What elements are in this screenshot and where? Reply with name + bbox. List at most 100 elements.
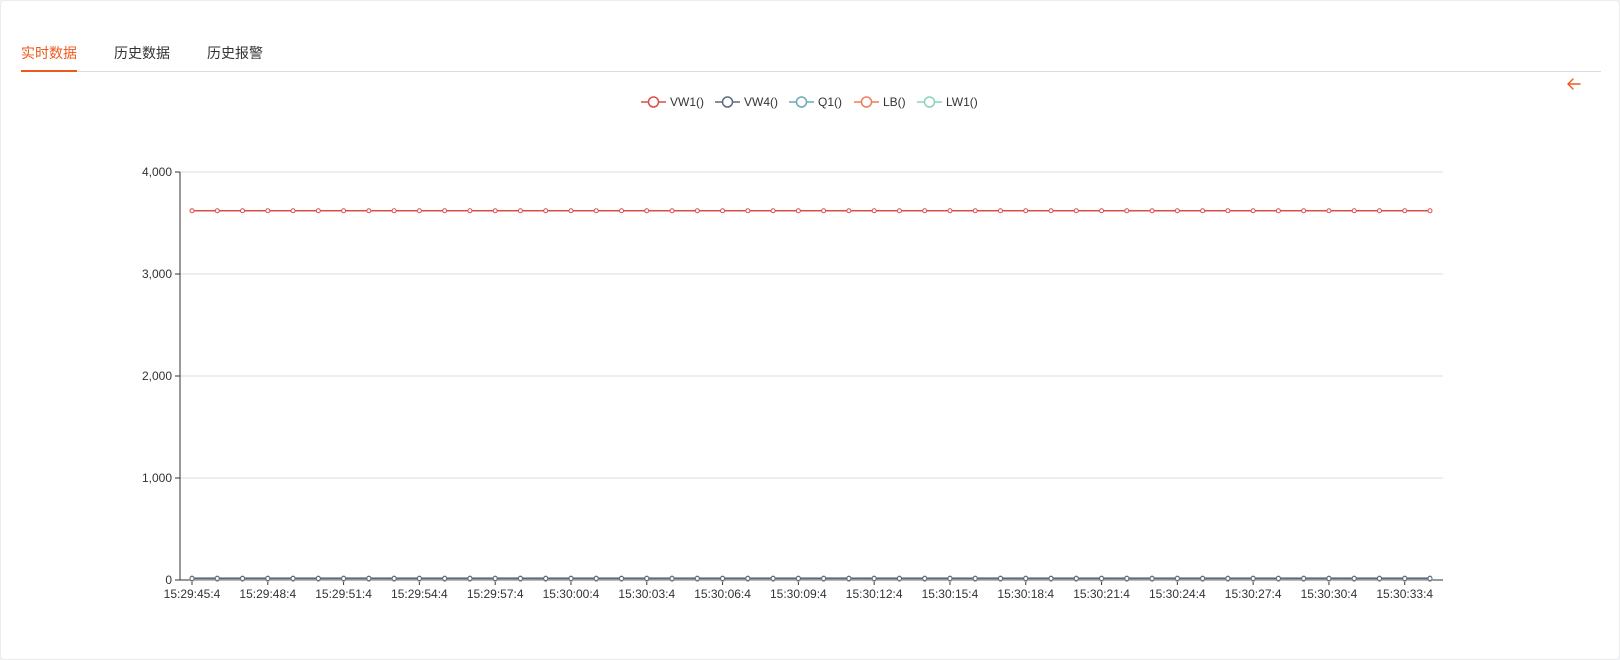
realtime-data-panel: 实时数据 历史数据 历史报警 VW1() VW4() Q1() LB() LW1… [0, 0, 1620, 660]
data-point-vw4 [265, 575, 271, 581]
data-point-vw1 [315, 208, 321, 214]
data-point-vw1 [997, 208, 1003, 214]
data-point-vw1 [1174, 208, 1180, 214]
data-point-vw4 [694, 575, 700, 581]
x-tick-label: 15:30:21:4 [1073, 587, 1130, 601]
data-point-vw4 [492, 575, 498, 581]
data-point-vw1 [467, 208, 473, 214]
x-tick-label: 15:30:00:4 [543, 587, 600, 601]
data-point-vw1 [871, 208, 877, 214]
y-tick-label: 1,000 [142, 471, 172, 485]
x-tick-label: 15:30:24:4 [1149, 587, 1206, 601]
data-point-vw1 [1376, 208, 1382, 214]
data-point-vw1 [1200, 208, 1206, 214]
x-tick-label: 15:30:15:4 [922, 587, 979, 601]
data-point-vw1 [846, 208, 852, 214]
data-point-vw1 [972, 208, 978, 214]
y-tick-label: 0 [165, 573, 172, 587]
data-point-vw4 [1275, 575, 1281, 581]
data-point-vw4 [442, 575, 448, 581]
data-point-vw4 [947, 575, 953, 581]
data-point-vw4 [240, 575, 246, 581]
data-point-vw4 [720, 575, 726, 581]
data-point-vw1 [1402, 208, 1408, 214]
data-point-vw1 [214, 208, 220, 214]
data-point-vw4 [644, 575, 650, 581]
data-point-vw4 [846, 575, 852, 581]
data-point-vw4 [1376, 575, 1382, 581]
data-point-vw1 [391, 208, 397, 214]
data-point-vw4 [391, 575, 397, 581]
x-tick-label: 15:30:03:4 [618, 587, 675, 601]
data-point-vw4 [1250, 575, 1256, 581]
data-point-vw4 [1048, 575, 1054, 581]
data-point-vw1 [1023, 208, 1029, 214]
data-point-vw4 [1301, 575, 1307, 581]
data-point-vw1 [821, 208, 827, 214]
data-point-vw1 [1351, 208, 1357, 214]
data-point-vw1 [189, 208, 195, 214]
data-point-vw1 [416, 208, 422, 214]
data-point-vw4 [214, 575, 220, 581]
data-point-vw4 [1149, 575, 1155, 581]
data-point-vw1 [1048, 208, 1054, 214]
data-point-vw4 [669, 575, 675, 581]
data-point-vw1 [1301, 208, 1307, 214]
data-point-vw4 [972, 575, 978, 581]
data-point-vw4 [467, 575, 473, 581]
data-point-vw1 [492, 208, 498, 214]
data-point-vw4 [1351, 575, 1357, 581]
data-point-vw4 [366, 575, 372, 581]
data-point-vw1 [1275, 208, 1281, 214]
data-point-vw1 [947, 208, 953, 214]
data-point-vw1 [265, 208, 271, 214]
data-point-vw1 [593, 208, 599, 214]
data-point-vw4 [997, 575, 1003, 581]
data-point-vw1 [669, 208, 675, 214]
x-tick-label: 15:29:57:4 [467, 587, 524, 601]
data-point-vw1 [1225, 208, 1231, 214]
data-point-vw4 [1073, 575, 1079, 581]
data-point-vw1 [341, 208, 347, 214]
line-chart: 0 1,000 2,000 3,000 4,000 15:29:45:4 15:29:48:… [142, 165, 1443, 601]
data-point-vw4 [745, 575, 751, 581]
data-point-vw4 [871, 575, 877, 581]
data-point-vw4 [619, 575, 625, 581]
data-point-vw4 [795, 575, 801, 581]
y-tick-label: 3,000 [142, 267, 172, 281]
data-point-vw4 [922, 575, 928, 581]
data-point-vw4 [1402, 575, 1408, 581]
data-point-vw1 [568, 208, 574, 214]
data-point-vw4 [416, 575, 422, 581]
data-point-vw1 [1099, 208, 1105, 214]
x-tick-label: 15:30:30:4 [1301, 587, 1358, 601]
x-tick-label: 15:30:18:4 [997, 587, 1054, 601]
data-point-vw1 [290, 208, 296, 214]
y-tick-label: 4,000 [142, 165, 172, 179]
x-tick-label: 15:29:48:4 [239, 587, 296, 601]
data-point-vw1 [745, 208, 751, 214]
data-point-vw1 [644, 208, 650, 214]
data-point-vw1 [694, 208, 700, 214]
data-point-vw4 [543, 575, 549, 581]
data-point-vw4 [189, 575, 195, 581]
data-point-vw4 [1200, 575, 1206, 581]
data-point-vw1 [240, 208, 246, 214]
y-tick-label: 2,000 [142, 369, 172, 383]
data-point-vw1 [896, 208, 902, 214]
data-point-vw1 [366, 208, 372, 214]
data-point-vw4 [315, 575, 321, 581]
data-point-vw1 [1250, 208, 1256, 214]
data-point-vw4 [1174, 575, 1180, 581]
data-point-vw4 [1124, 575, 1130, 581]
data-point-vw4 [1023, 575, 1029, 581]
x-tick-label: 15:30:06:4 [694, 587, 751, 601]
data-point-vw1 [795, 208, 801, 214]
data-point-vw4 [770, 575, 776, 581]
data-point-vw4 [517, 575, 523, 581]
data-point-vw1 [922, 208, 928, 214]
x-tick-label: 15:29:51:4 [315, 587, 372, 601]
data-point-vw4 [821, 575, 827, 581]
data-point-vw1 [1427, 208, 1433, 214]
data-point-vw4 [290, 575, 296, 581]
